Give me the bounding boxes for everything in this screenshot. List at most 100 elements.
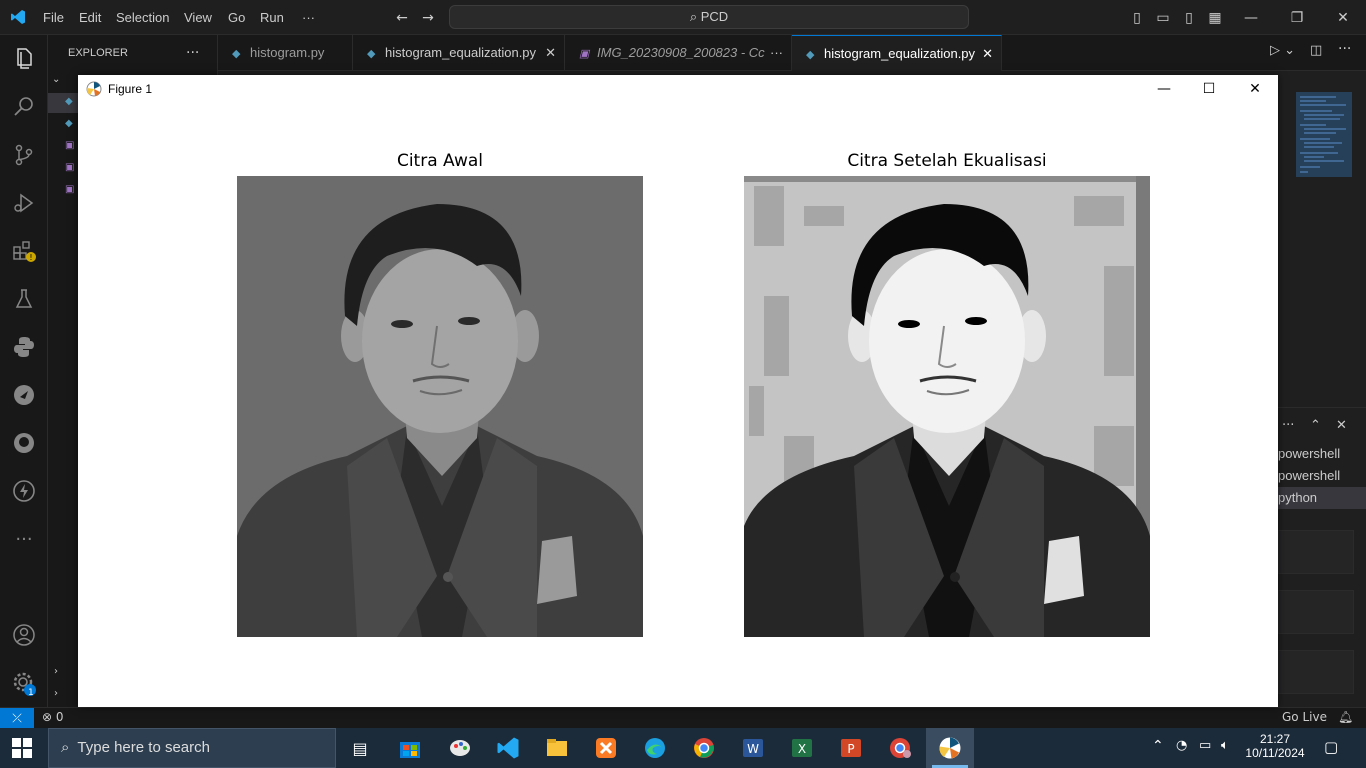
selected-file-row[interactable]	[48, 93, 78, 113]
tray-chevron-up-icon[interactable]: ⌃	[1152, 738, 1164, 754]
powerpoint-app-icon[interactable]: P	[831, 733, 871, 763]
problems-indicator[interactable]: ⊗ 0	[42, 710, 64, 724]
file-explorer-icon[interactable]	[537, 733, 577, 763]
tab-label: histogram_equalization.py	[385, 45, 537, 60]
matplotlib-taskbar-icon[interactable]	[926, 728, 974, 768]
menu-file[interactable]: File	[43, 0, 64, 35]
activity-bar: ! ··· 1	[0, 35, 48, 707]
terminal-list-item[interactable]: powershell	[1278, 465, 1340, 487]
chrome-profile-icon[interactable]	[880, 733, 920, 763]
image-file-icon: ▣	[579, 48, 590, 60]
notification-center-icon[interactable]: ▢	[1324, 738, 1338, 756]
github-icon[interactable]	[0, 419, 48, 467]
chevron-down-icon[interactable]: ⌄	[52, 74, 60, 85]
run-file-icon[interactable]: ▷ ⌄	[1270, 43, 1295, 58]
more-views-icon[interactable]: ···	[0, 515, 48, 563]
toggle-panel-icon[interactable]: ▭	[1153, 8, 1173, 28]
editor-more-icon[interactable]: ···	[1338, 41, 1351, 57]
tab-histogram[interactable]: ◆ histogram.py	[218, 35, 353, 71]
python-file-icon: ◆	[367, 48, 376, 60]
chevron-right-icon[interactable]: ›	[54, 666, 58, 677]
vscode-taskbar-icon[interactable]	[488, 733, 528, 763]
matplotlib-logo-icon	[86, 81, 102, 97]
extensions-icon[interactable]: !	[0, 227, 48, 275]
menu-selection[interactable]: Selection	[116, 0, 169, 35]
image-file-icon: ▣	[65, 184, 75, 195]
xampp-icon[interactable]	[586, 733, 626, 763]
taskbar-clock[interactable]: 21:27 10/11/2024	[1240, 728, 1310, 768]
wifi-icon[interactable]: ◔	[1176, 738, 1187, 753]
svg-text:!: !	[29, 253, 32, 262]
close-icon[interactable]: ✕	[1333, 8, 1353, 28]
panel-border	[1278, 407, 1366, 408]
python-file-icon: ◆	[65, 96, 73, 107]
toggle-sidebar-icon[interactable]: ▯	[1127, 8, 1147, 28]
minimap[interactable]	[1296, 92, 1352, 177]
image-file-icon: ▣	[65, 162, 75, 173]
search-icon[interactable]	[0, 83, 48, 131]
word-app-icon[interactable]: W	[733, 733, 773, 763]
close-tab-icon[interactable]: ✕	[545, 35, 556, 71]
close-panel-icon[interactable]: ✕	[1336, 418, 1347, 433]
chrome-browser-icon[interactable]	[684, 733, 724, 763]
tab-image-preview[interactable]: ▣ IMG_20230908_200823 - Cc ···	[565, 35, 792, 71]
menu-edit[interactable]: Edit	[79, 0, 101, 35]
windows-start-icon[interactable]	[12, 738, 32, 758]
menu-more[interactable]: ···	[302, 0, 315, 35]
account-icon[interactable]	[0, 611, 48, 659]
customize-layout-icon[interactable]: ▦	[1205, 8, 1225, 28]
tab-histogram-equalization-active[interactable]: ◆ histogram_equalization.py ✕	[792, 35, 1002, 71]
back-arrow-icon[interactable]: ←	[392, 8, 412, 28]
error-icon: ⊗	[42, 710, 56, 724]
clock-time: 21:27	[1259, 732, 1291, 746]
terminal-list-item[interactable]: powershell	[1278, 443, 1340, 465]
go-live-button[interactable]: Go Live	[1282, 710, 1327, 724]
run-debug-icon[interactable]	[0, 179, 48, 227]
testing-icon[interactable]	[0, 275, 48, 323]
equalized-image	[744, 176, 1150, 637]
search-placeholder: Type here to search	[77, 739, 210, 756]
python-file-icon: ◆	[806, 49, 815, 61]
explorer-icon[interactable]	[0, 35, 48, 83]
close-tab-icon[interactable]: ✕	[982, 36, 993, 71]
paint-app-icon[interactable]	[440, 733, 480, 763]
more-actions-icon[interactable]: ···	[770, 35, 783, 71]
minimize-icon[interactable]: —	[1241, 8, 1261, 28]
chevron-right-icon[interactable]: ›	[54, 688, 58, 699]
explorer-title: EXPLORER	[68, 47, 128, 59]
maximize-panel-icon[interactable]: ⌃	[1310, 418, 1321, 433]
split-editor-icon[interactable]: ◫	[1310, 43, 1322, 58]
figure-close-icon[interactable]: ✕	[1232, 75, 1278, 103]
remote-indicator-icon[interactable]: ⤫	[0, 708, 34, 728]
explorer-more-button[interactable]: ···	[186, 35, 199, 71]
search-icon: ⌕	[689, 9, 701, 24]
menu-go[interactable]: Go	[228, 0, 245, 35]
taskbar-search-box[interactable]: ⌕ Type here to search	[48, 728, 336, 768]
battery-icon[interactable]: ▭	[1199, 738, 1211, 753]
tab-label: histogram.py	[250, 45, 325, 60]
source-control-icon[interactable]	[0, 131, 48, 179]
figure-maximize-icon[interactable]: ☐	[1186, 75, 1232, 103]
edge-browser-icon[interactable]	[635, 733, 675, 763]
toggle-secondary-sidebar-icon[interactable]: ▯	[1179, 8, 1199, 28]
notifications-bell-icon[interactable]: 🔔︎	[1338, 710, 1353, 724]
excel-app-icon[interactable]: X	[782, 733, 822, 763]
python-icon[interactable]	[0, 323, 48, 371]
figure-minimize-icon[interactable]: —	[1141, 75, 1187, 103]
forward-arrow-icon[interactable]: →	[418, 8, 438, 28]
volume-icon[interactable]: 🔈︎	[1221, 738, 1229, 753]
terminal-list-item-active[interactable]: python	[1278, 487, 1366, 509]
menu-view[interactable]: View	[184, 0, 212, 35]
thunder-client-icon[interactable]	[0, 467, 48, 515]
tab-histogram-equalization[interactable]: ◆ histogram_equalization.py ✕	[353, 35, 565, 71]
matplotlib-figure-window: Figure 1 — ☐ ✕ Citra Awal Citra Setelah …	[78, 75, 1278, 707]
restore-icon[interactable]: ❐	[1287, 8, 1307, 28]
command-center-search[interactable]: ⌕ PCD	[449, 5, 969, 29]
panel-more-icon[interactable]: ···	[1282, 418, 1294, 433]
microsoft-store-icon[interactable]	[390, 733, 430, 763]
settings-gear-icon[interactable]: 1	[0, 659, 48, 707]
image-file-icon: ▣	[65, 140, 75, 151]
menu-run[interactable]: Run	[260, 0, 284, 35]
task-view-icon[interactable]: ▤	[340, 733, 380, 763]
remote-explorer-icon[interactable]	[0, 371, 48, 419]
